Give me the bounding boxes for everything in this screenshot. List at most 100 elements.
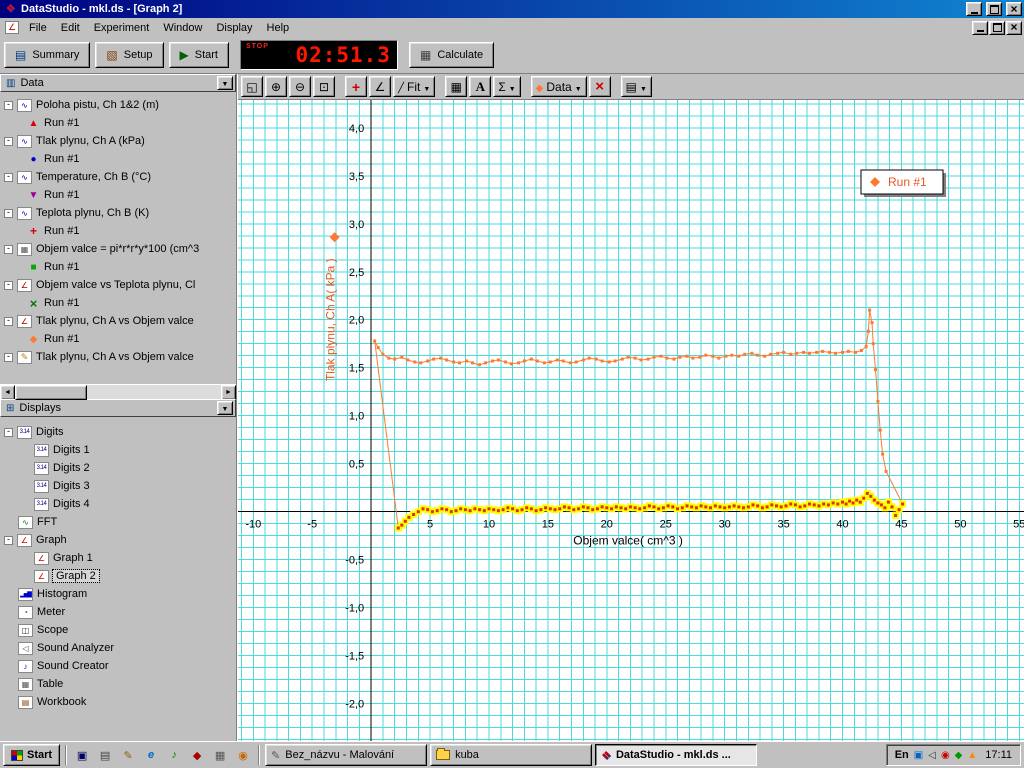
data-point[interactable]	[596, 507, 599, 510]
data-point[interactable]	[627, 356, 630, 359]
displays-panel-dropdown-button[interactable]	[217, 401, 233, 415]
tree-expander[interactable]	[4, 245, 13, 254]
data-point[interactable]	[535, 509, 538, 512]
run-item[interactable]: Run #1	[0, 294, 236, 312]
data-point[interactable]	[417, 510, 420, 513]
data-point[interactable]	[854, 351, 857, 354]
data-point[interactable]	[577, 507, 580, 510]
data-point[interactable]	[827, 503, 830, 506]
child-minimize-button[interactable]	[972, 21, 988, 35]
data-point[interactable]	[711, 355, 714, 358]
data-point[interactable]	[539, 508, 542, 511]
data-point[interactable]	[422, 507, 425, 510]
data-point[interactable]	[614, 360, 617, 363]
tree-expander[interactable]	[4, 281, 13, 290]
data-point[interactable]	[605, 506, 608, 509]
data-point[interactable]	[419, 361, 422, 364]
data-point[interactable]	[868, 309, 871, 312]
data-point[interactable]	[556, 359, 559, 362]
data-point[interactable]	[404, 520, 407, 523]
slope-tool-button[interactable]	[369, 76, 391, 97]
data-point[interactable]	[737, 505, 740, 508]
data-point[interactable]	[521, 508, 524, 511]
data-point[interactable]	[691, 357, 694, 360]
data-point[interactable]	[569, 361, 572, 364]
quicklaunch-browser-icon[interactable]: e	[141, 745, 161, 765]
data-point[interactable]	[393, 358, 396, 361]
displays-item-digits-1[interactable]: Digits 1	[0, 441, 236, 459]
zoom-out-button[interactable]	[289, 76, 311, 97]
data-point[interactable]	[756, 504, 759, 507]
menu-window[interactable]: Window	[156, 20, 209, 36]
data-point[interactable]	[506, 506, 509, 509]
data-point[interactable]	[536, 360, 539, 363]
data-point[interactable]	[400, 356, 403, 359]
data-tree-hscrollbar[interactable]	[0, 384, 236, 399]
text-annotation-button[interactable]: A	[469, 76, 491, 97]
data-point[interactable]	[873, 499, 876, 502]
start-button-experiment[interactable]: Start	[169, 42, 229, 68]
data-point[interactable]	[387, 357, 390, 360]
data-panel-dropdown-button[interactable]	[217, 76, 233, 90]
data-point[interactable]	[660, 355, 663, 358]
data-point[interactable]	[431, 510, 434, 513]
displays-item-workbook[interactable]: Workbook	[0, 693, 236, 711]
data-point[interactable]	[860, 349, 863, 352]
data-point[interactable]	[874, 368, 877, 371]
scroll-right-button[interactable]	[221, 385, 236, 400]
data-point[interactable]	[530, 358, 533, 361]
data-point[interactable]	[601, 505, 604, 508]
data-point[interactable]	[488, 507, 491, 510]
data-point[interactable]	[728, 505, 731, 508]
data-point[interactable]	[681, 506, 684, 509]
y-axis-title[interactable]: Tlak plynu, Ch A( kPa )	[324, 258, 338, 381]
data-point[interactable]	[887, 501, 890, 504]
data-point[interactable]	[867, 330, 870, 333]
data-point[interactable]	[785, 504, 788, 507]
data-point[interactable]	[516, 509, 519, 512]
smart-tool-button[interactable]	[345, 76, 367, 97]
data-point[interactable]	[610, 507, 613, 510]
data-item-temperature[interactable]: Temperature, Ch B (°C)	[0, 168, 236, 186]
data-point[interactable]	[458, 361, 461, 364]
data-point[interactable]	[407, 516, 410, 519]
data-point[interactable]	[869, 495, 872, 498]
displays-item-meter[interactable]: Meter	[0, 603, 236, 621]
data-point[interactable]	[695, 506, 698, 509]
setup-button[interactable]: Setup	[95, 42, 163, 68]
scheduler-icon[interactable]: ◆	[955, 750, 963, 761]
tree-expander[interactable]	[4, 353, 13, 362]
data-point[interactable]	[700, 504, 703, 507]
data-point[interactable]	[855, 499, 858, 502]
data-point[interactable]	[775, 504, 778, 507]
tree-expander[interactable]	[4, 173, 13, 182]
tree-expander[interactable]	[4, 317, 13, 326]
x-axis-title[interactable]: Objem valce( cm^3 )	[573, 534, 683, 548]
menu-edit[interactable]: Edit	[54, 20, 87, 36]
data-point[interactable]	[871, 321, 874, 324]
zoom-select-button[interactable]	[313, 76, 335, 97]
quicklaunch-desktop-icon[interactable]: ▣	[72, 745, 92, 765]
data-point[interactable]	[452, 361, 455, 364]
data-point[interactable]	[780, 505, 783, 508]
data-point[interactable]	[591, 508, 594, 511]
data-point[interactable]	[802, 351, 805, 354]
graph-settings-button[interactable]	[621, 76, 652, 97]
data-point[interactable]	[756, 354, 759, 357]
data-point[interactable]	[517, 361, 520, 364]
data-point[interactable]	[400, 524, 403, 527]
data-point[interactable]	[686, 355, 689, 358]
displays-item-graph-2[interactable]: Graph 2	[0, 567, 236, 585]
data-point[interactable]	[572, 508, 575, 511]
data-point[interactable]	[492, 508, 495, 511]
data-point[interactable]	[866, 492, 869, 495]
data-item-teplota-plynu[interactable]: Teplota plynu, Ch B (K)	[0, 204, 236, 222]
data-point[interactable]	[543, 361, 546, 364]
data-point[interactable]	[426, 508, 429, 511]
data-point[interactable]	[799, 505, 802, 508]
tree-expander[interactable]	[4, 137, 13, 146]
data-point[interactable]	[879, 429, 882, 432]
data-point[interactable]	[478, 363, 481, 366]
data-point[interactable]	[752, 503, 755, 506]
antivirus-icon[interactable]: ◉	[941, 750, 950, 761]
